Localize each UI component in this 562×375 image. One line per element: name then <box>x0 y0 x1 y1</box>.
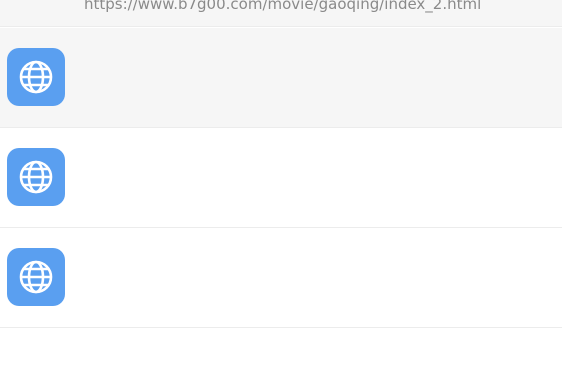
globe-icon <box>7 148 65 206</box>
bookmark-list: https://www.b7g00.com/movie/gaoqing/inde… <box>0 0 562 375</box>
list-item-url: https://www.b7g00.com/movie/gaoqing/inde… <box>84 0 482 13</box>
list-item[interactable] <box>0 228 562 328</box>
globe-icon <box>7 248 65 306</box>
list-item[interactable]: https://www.b7g00.com/movie/gaoqing/inde… <box>0 0 562 27</box>
globe-icon <box>7 48 65 106</box>
list-item[interactable] <box>0 28 562 128</box>
list-item[interactable] <box>0 128 562 228</box>
